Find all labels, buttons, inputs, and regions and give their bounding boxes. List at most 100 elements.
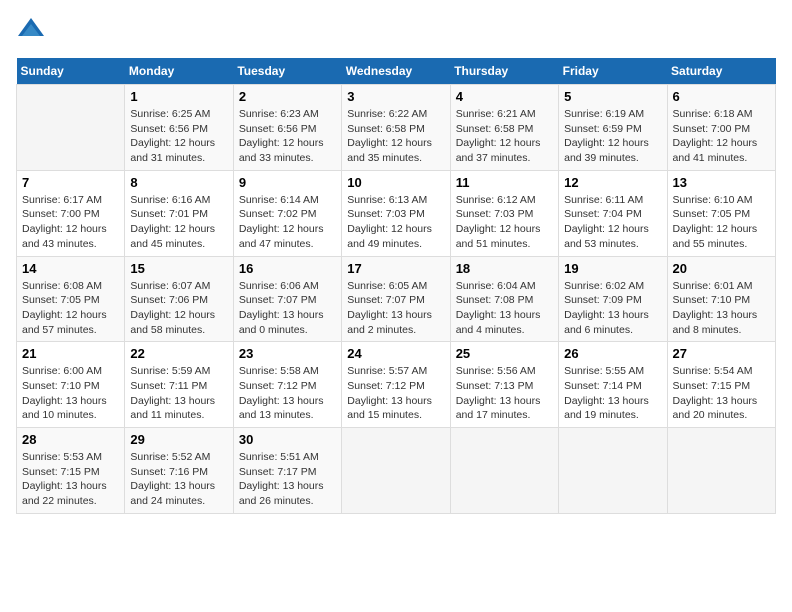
day-info: Sunrise: 6:08 AM Sunset: 7:05 PM Dayligh… [22, 279, 119, 338]
day-info: Sunrise: 5:56 AM Sunset: 7:13 PM Dayligh… [456, 364, 553, 423]
day-cell: 26 Sunrise: 5:55 AM Sunset: 7:14 PM Dayli… [559, 342, 667, 428]
page-header [16, 16, 776, 46]
day-number: 14 [22, 261, 119, 276]
day-info: Sunrise: 6:01 AM Sunset: 7:10 PM Dayligh… [673, 279, 770, 338]
day-number: 22 [130, 346, 227, 361]
column-header-wednesday: Wednesday [342, 58, 450, 85]
day-number: 15 [130, 261, 227, 276]
day-info: Sunrise: 6:23 AM Sunset: 6:56 PM Dayligh… [239, 107, 336, 166]
day-info: Sunrise: 6:07 AM Sunset: 7:06 PM Dayligh… [130, 279, 227, 338]
day-info: Sunrise: 6:14 AM Sunset: 7:02 PM Dayligh… [239, 193, 336, 252]
week-row-1: 1 Sunrise: 6:25 AM Sunset: 6:56 PM Daylig… [17, 85, 776, 171]
day-number: 13 [673, 175, 770, 190]
day-cell: 8 Sunrise: 6:16 AM Sunset: 7:01 PM Daylig… [125, 170, 233, 256]
day-cell: 20 Sunrise: 6:01 AM Sunset: 7:10 PM Dayli… [667, 256, 775, 342]
column-header-sunday: Sunday [17, 58, 125, 85]
day-cell: 7 Sunrise: 6:17 AM Sunset: 7:00 PM Daylig… [17, 170, 125, 256]
day-info: Sunrise: 5:59 AM Sunset: 7:11 PM Dayligh… [130, 364, 227, 423]
day-cell [17, 85, 125, 171]
day-info: Sunrise: 5:58 AM Sunset: 7:12 PM Dayligh… [239, 364, 336, 423]
day-info: Sunrise: 6:02 AM Sunset: 7:09 PM Dayligh… [564, 279, 661, 338]
day-number: 27 [673, 346, 770, 361]
day-number: 8 [130, 175, 227, 190]
day-cell: 4 Sunrise: 6:21 AM Sunset: 6:58 PM Daylig… [450, 85, 558, 171]
day-info: Sunrise: 5:54 AM Sunset: 7:15 PM Dayligh… [673, 364, 770, 423]
day-info: Sunrise: 5:52 AM Sunset: 7:16 PM Dayligh… [130, 450, 227, 509]
day-info: Sunrise: 5:55 AM Sunset: 7:14 PM Dayligh… [564, 364, 661, 423]
day-cell: 22 Sunrise: 5:59 AM Sunset: 7:11 PM Dayli… [125, 342, 233, 428]
day-info: Sunrise: 6:04 AM Sunset: 7:08 PM Dayligh… [456, 279, 553, 338]
day-cell: 10Sunrise: 6:13 AM Sunset: 7:03 PM Dayli… [342, 170, 450, 256]
column-header-tuesday: Tuesday [233, 58, 341, 85]
day-cell: 19 Sunrise: 6:02 AM Sunset: 7:09 PM Dayli… [559, 256, 667, 342]
day-info: Sunrise: 5:51 AM Sunset: 7:17 PM Dayligh… [239, 450, 336, 509]
day-cell: 29Sunrise: 5:52 AM Sunset: 7:16 PM Dayli… [125, 428, 233, 514]
day-cell: 25 Sunrise: 5:56 AM Sunset: 7:13 PM Dayli… [450, 342, 558, 428]
day-number: 26 [564, 346, 661, 361]
day-cell: 9 Sunrise: 6:14 AM Sunset: 7:02 PM Daylig… [233, 170, 341, 256]
day-cell: 28Sunrise: 5:53 AM Sunset: 7:15 PM Dayli… [17, 428, 125, 514]
day-info: Sunrise: 6:18 AM Sunset: 7:00 PM Dayligh… [673, 107, 770, 166]
day-info: Sunrise: 6:12 AM Sunset: 7:03 PM Dayligh… [456, 193, 553, 252]
day-info: Sunrise: 6:00 AM Sunset: 7:10 PM Dayligh… [22, 364, 119, 423]
day-number: 20 [673, 261, 770, 276]
day-cell: 15 Sunrise: 6:07 AM Sunset: 7:06 PM Dayli… [125, 256, 233, 342]
day-cell: 21 Sunrise: 6:00 AM Sunset: 7:10 PM Dayli… [17, 342, 125, 428]
header-row: SundayMondayTuesdayWednesdayThursdayFrid… [17, 58, 776, 85]
day-number: 12 [564, 175, 661, 190]
day-info: Sunrise: 6:10 AM Sunset: 7:05 PM Dayligh… [673, 193, 770, 252]
day-cell [342, 428, 450, 514]
day-cell [667, 428, 775, 514]
day-cell: 11 Sunrise: 6:12 AM Sunset: 7:03 PM Dayli… [450, 170, 558, 256]
week-row-3: 14 Sunrise: 6:08 AM Sunset: 7:05 PM Dayli… [17, 256, 776, 342]
column-header-monday: Monday [125, 58, 233, 85]
day-number: 2 [239, 89, 336, 104]
day-cell [559, 428, 667, 514]
day-info: Sunrise: 6:17 AM Sunset: 7:00 PM Dayligh… [22, 193, 119, 252]
day-info: Sunrise: 6:05 AM Sunset: 7:07 PM Dayligh… [347, 279, 444, 338]
day-info: Sunrise: 6:06 AM Sunset: 7:07 PM Dayligh… [239, 279, 336, 338]
day-cell: 12 Sunrise: 6:11 AM Sunset: 7:04 PM Dayli… [559, 170, 667, 256]
week-row-4: 21 Sunrise: 6:00 AM Sunset: 7:10 PM Dayli… [17, 342, 776, 428]
day-number: 1 [130, 89, 227, 104]
day-number: 9 [239, 175, 336, 190]
day-cell: 23 Sunrise: 5:58 AM Sunset: 7:12 PM Dayli… [233, 342, 341, 428]
day-info: Sunrise: 6:13 AM Sunset: 7:03 PM Dayligh… [347, 193, 444, 252]
day-info: Sunrise: 5:57 AM Sunset: 7:12 PM Dayligh… [347, 364, 444, 423]
day-number: 5 [564, 89, 661, 104]
column-header-saturday: Saturday [667, 58, 775, 85]
logo-icon [16, 16, 46, 46]
day-number: 4 [456, 89, 553, 104]
day-number: 19 [564, 261, 661, 276]
calendar-body: 1 Sunrise: 6:25 AM Sunset: 6:56 PM Daylig… [17, 85, 776, 514]
column-header-thursday: Thursday [450, 58, 558, 85]
day-number: 17 [347, 261, 444, 276]
day-number: 3 [347, 89, 444, 104]
day-number: 30 [239, 432, 336, 447]
day-cell: 30 Sunrise: 5:51 AM Sunset: 7:17 PM Dayli… [233, 428, 341, 514]
week-row-2: 7 Sunrise: 6:17 AM Sunset: 7:00 PM Daylig… [17, 170, 776, 256]
logo [16, 16, 48, 46]
day-info: Sunrise: 6:11 AM Sunset: 7:04 PM Dayligh… [564, 193, 661, 252]
day-cell: 13 Sunrise: 6:10 AM Sunset: 7:05 PM Dayli… [667, 170, 775, 256]
day-number: 21 [22, 346, 119, 361]
day-cell [450, 428, 558, 514]
day-number: 24 [347, 346, 444, 361]
day-cell: 6Sunrise: 6:18 AM Sunset: 7:00 PM Daylig… [667, 85, 775, 171]
day-cell: 2 Sunrise: 6:23 AM Sunset: 6:56 PM Daylig… [233, 85, 341, 171]
day-number: 11 [456, 175, 553, 190]
day-info: Sunrise: 6:21 AM Sunset: 6:58 PM Dayligh… [456, 107, 553, 166]
day-cell: 1 Sunrise: 6:25 AM Sunset: 6:56 PM Daylig… [125, 85, 233, 171]
day-cell: 3Sunrise: 6:22 AM Sunset: 6:58 PM Daylig… [342, 85, 450, 171]
day-info: Sunrise: 6:25 AM Sunset: 6:56 PM Dayligh… [130, 107, 227, 166]
day-number: 18 [456, 261, 553, 276]
calendar-header: SundayMondayTuesdayWednesdayThursdayFrid… [17, 58, 776, 85]
day-number: 7 [22, 175, 119, 190]
week-row-5: 28Sunrise: 5:53 AM Sunset: 7:15 PM Dayli… [17, 428, 776, 514]
day-info: Sunrise: 6:16 AM Sunset: 7:01 PM Dayligh… [130, 193, 227, 252]
day-number: 23 [239, 346, 336, 361]
day-cell: 27 Sunrise: 5:54 AM Sunset: 7:15 PM Dayli… [667, 342, 775, 428]
day-number: 25 [456, 346, 553, 361]
day-info: Sunrise: 5:53 AM Sunset: 7:15 PM Dayligh… [22, 450, 119, 509]
column-header-friday: Friday [559, 58, 667, 85]
